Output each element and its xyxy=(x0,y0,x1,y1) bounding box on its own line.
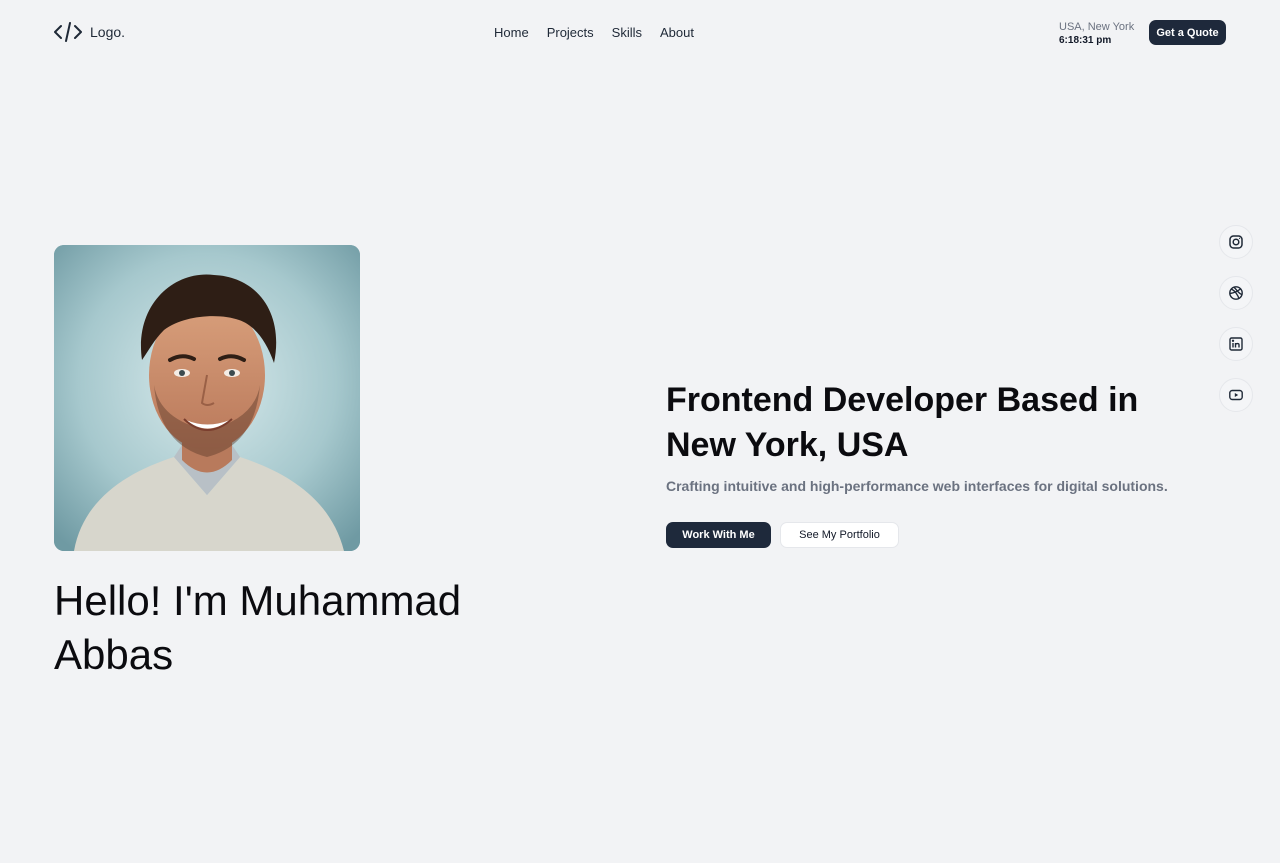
nav-projects-link[interactable]: Projects xyxy=(547,25,594,40)
location-clock: USA, New York 6:18:31 pm xyxy=(1059,21,1134,46)
work-with-me-button[interactable]: Work With Me xyxy=(666,522,771,548)
dribbble-link[interactable] xyxy=(1219,276,1253,310)
social-links xyxy=(1219,225,1253,412)
linkedin-icon xyxy=(1229,337,1243,351)
code-icon xyxy=(54,22,82,42)
portrait-illustration xyxy=(54,245,360,551)
youtube-link[interactable] xyxy=(1219,378,1253,412)
logo-text: Logo. xyxy=(90,24,126,40)
portfolio-page: Logo. Home Projects Skills About USA, Ne… xyxy=(0,0,1280,863)
nav-about-link[interactable]: About xyxy=(660,25,694,40)
get-quote-button[interactable]: Get a Quote xyxy=(1149,20,1226,45)
main-nav: Home Projects Skills About xyxy=(494,25,694,40)
see-portfolio-button[interactable]: See My Portfolio xyxy=(780,522,899,548)
youtube-icon xyxy=(1229,389,1243,401)
instagram-link[interactable] xyxy=(1219,225,1253,259)
greeting-heading: Hello! I'm Muhammad Abbas xyxy=(54,577,462,678)
location-label: USA, New York xyxy=(1059,21,1135,33)
hero-subtitle: Crafting intuitive and high-performance … xyxy=(666,478,1168,494)
profile-photo xyxy=(54,245,360,551)
dribbble-icon xyxy=(1229,286,1243,300)
hero-title: Frontend Developer Based in New York, US… xyxy=(666,381,1139,464)
logo-link[interactable]: Logo. xyxy=(54,22,125,42)
clock-time: 6:18:31 pm xyxy=(1059,35,1112,47)
linkedin-link[interactable] xyxy=(1219,327,1253,361)
instagram-icon xyxy=(1229,235,1243,249)
nav-home-link[interactable]: Home xyxy=(494,25,529,40)
site-header: Logo. Home Projects Skills About USA, Ne… xyxy=(0,0,1280,64)
nav-skills-link[interactable]: Skills xyxy=(612,25,642,40)
